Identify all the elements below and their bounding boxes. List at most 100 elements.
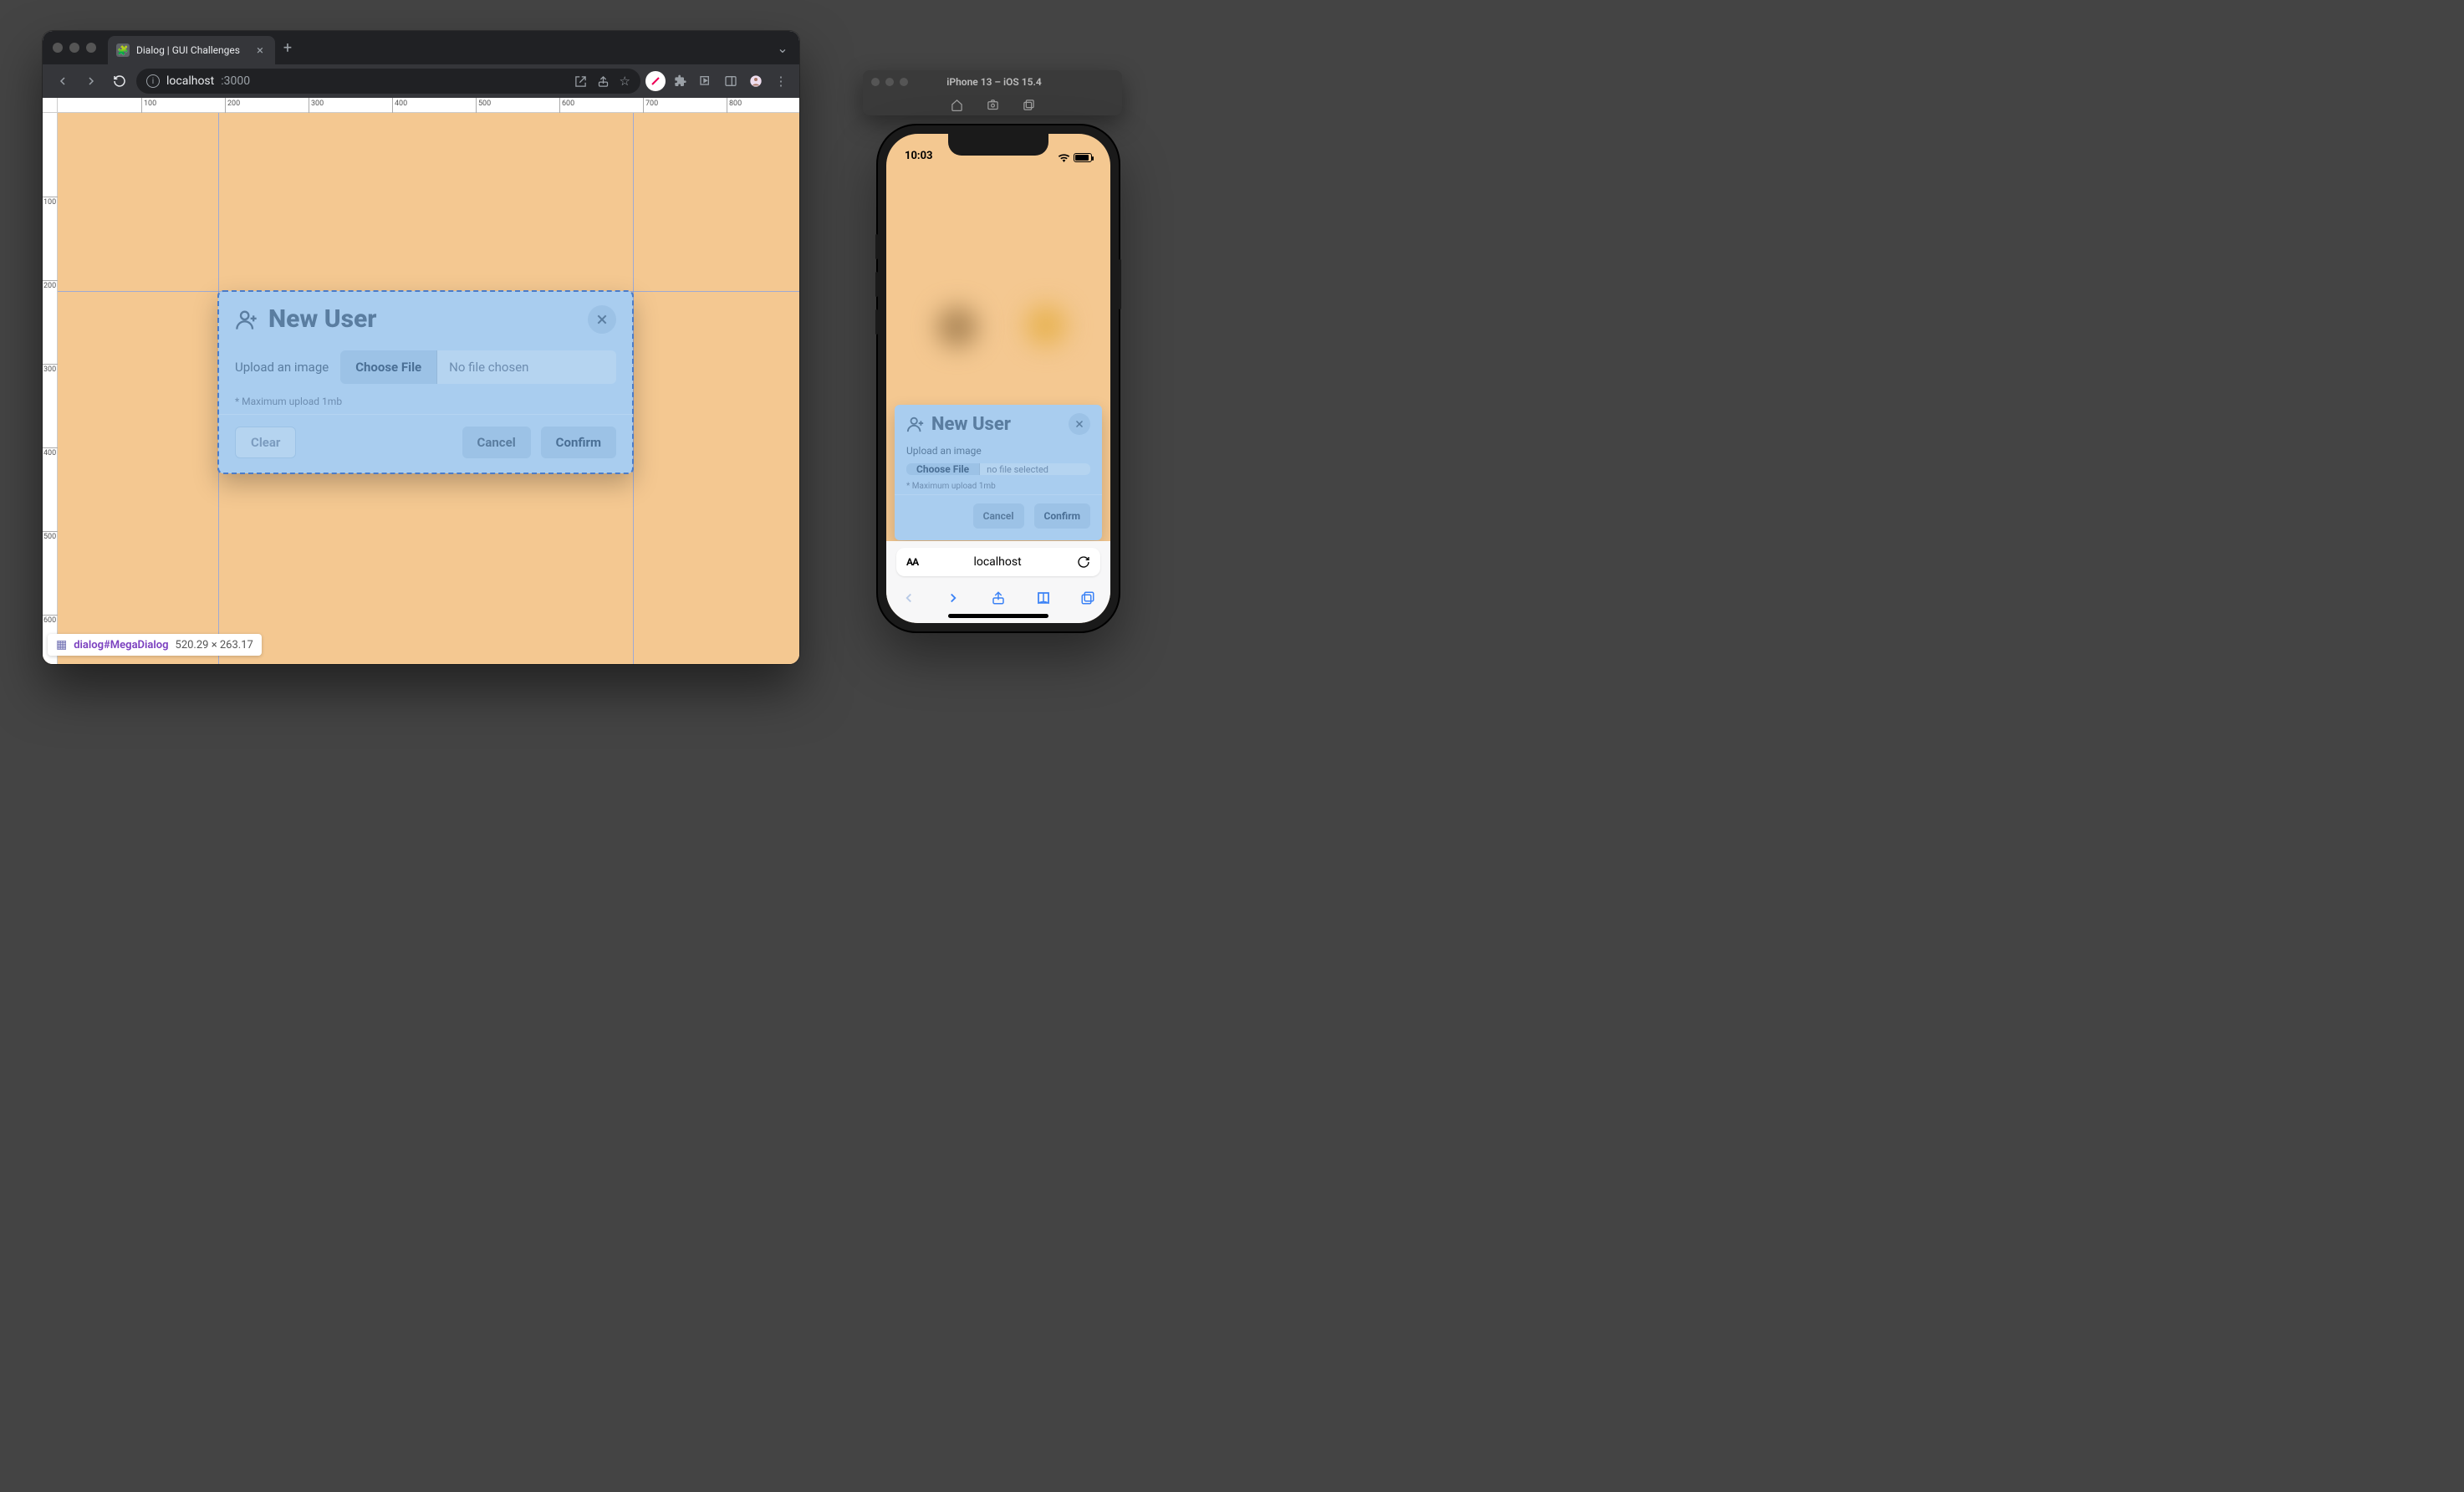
ruler-tick: 500: [43, 533, 56, 541]
file-status: no file selected: [980, 463, 1090, 475]
favicon-icon: 🧩: [116, 43, 130, 57]
window-close-icon[interactable]: [53, 43, 63, 53]
safari-tabs-button[interactable]: [1080, 590, 1095, 605]
safari-content[interactable]: New User Upload an image Choose File no …: [886, 164, 1110, 541]
address-bar[interactable]: i localhost :3000 ☆: [136, 69, 640, 94]
clear-button[interactable]: Clear: [235, 427, 296, 458]
new-tab-button[interactable]: +: [275, 31, 300, 64]
bookmark-star-icon[interactable]: ☆: [620, 74, 630, 89]
dialog-header: New User: [218, 291, 633, 345]
ruler-tick: 800: [729, 100, 742, 108]
browser-tab[interactable]: 🧩 Dialog | GUI Challenges ×: [108, 36, 275, 64]
tab-close-icon[interactable]: ×: [253, 43, 267, 58]
window-zoom-icon[interactable]: [900, 78, 908, 86]
dialog-close-button[interactable]: [588, 305, 616, 334]
file-input[interactable]: Choose File No file chosen: [340, 350, 616, 384]
media-icon[interactable]: [696, 71, 716, 91]
reader-aa-icon[interactable]: AA: [906, 556, 918, 568]
confirm-button[interactable]: Confirm: [1034, 503, 1090, 529]
sidepanel-icon[interactable]: [721, 71, 741, 91]
upload-hint: * Maximum upload 1mb: [235, 396, 616, 407]
choose-file-button[interactable]: Choose File: [906, 463, 980, 475]
browser-window: 🧩 Dialog | GUI Challenges × + ⌄ i localh…: [43, 31, 799, 664]
upload-row: Upload an image Choose File No file chos…: [235, 350, 616, 384]
ruler-tick: 400: [43, 449, 56, 457]
cancel-button[interactable]: Cancel: [462, 427, 531, 458]
toolbar-extensions: ⋮: [645, 71, 791, 91]
safari-reload-icon[interactable]: [1077, 555, 1090, 569]
ruler-tick: 500: [478, 100, 491, 108]
add-user-icon: [235, 308, 258, 331]
safari-chrome: AA localhost: [886, 541, 1110, 623]
ruler-vertical[interactable]: 100 200 300 400 500 600: [43, 113, 58, 664]
blur-blob: [936, 306, 978, 348]
safari-bookmarks-button[interactable]: [1036, 590, 1051, 605]
browser-toolbar: i localhost :3000 ☆: [43, 64, 799, 98]
simulator-titlebar: iPhone 13 – iOS 15.4: [863, 70, 1122, 115]
nav-back-button[interactable]: [51, 69, 74, 93]
nav-reload-button[interactable]: [108, 69, 131, 93]
site-info-icon[interactable]: i: [146, 74, 160, 88]
screenshot-icon[interactable]: [987, 99, 999, 111]
safari-address-bar[interactable]: AA localhost: [896, 548, 1100, 576]
home-indicator[interactable]: [948, 614, 1048, 618]
dialog-footer: Cancel Confirm: [895, 494, 1102, 535]
guide-vertical[interactable]: [633, 113, 634, 664]
browser-viewport: 100 200 300 400 500 600 700 800 900 100 …: [43, 98, 799, 664]
home-icon[interactable]: [951, 99, 963, 111]
address-port: :3000: [221, 74, 250, 88]
choose-file-button[interactable]: Choose File: [340, 350, 437, 384]
tab-list-dropdown[interactable]: ⌄: [766, 31, 799, 64]
safari-back-button[interactable]: [901, 590, 916, 605]
page-canvas[interactable]: New User Upload an image Choose File No …: [58, 113, 799, 664]
window-minimize-icon[interactable]: [69, 43, 79, 53]
grid-icon: ▦: [56, 638, 67, 651]
file-input[interactable]: Choose File no file selected: [906, 463, 1090, 475]
simulator-toolbar: [863, 94, 1122, 115]
browser-menu-icon[interactable]: ⋮: [771, 71, 791, 91]
ruler-corner: [43, 98, 58, 113]
window-minimize-icon[interactable]: [885, 78, 894, 86]
devtools-element-chip[interactable]: ▦ dialog#MegaDialog 520.29 × 263.17: [48, 634, 262, 656]
profile-icon[interactable]: [746, 71, 766, 91]
address-host: localhost: [166, 74, 214, 88]
extensions-icon[interactable]: [671, 71, 691, 91]
window-zoom-icon[interactable]: [86, 43, 96, 53]
simulator-traffic-lights[interactable]: [871, 78, 908, 86]
window-traffic-lights[interactable]: [53, 31, 108, 64]
safari-share-button[interactable]: [991, 590, 1006, 605]
ruler-horizontal[interactable]: 100 200 300 400 500 600 700 800 900: [58, 98, 799, 113]
ruler-tick: 300: [311, 100, 324, 108]
simulator-title: iPhone 13 – iOS 15.4: [908, 76, 1080, 88]
status-time: 10:03: [905, 150, 933, 162]
ruler-tick: 200: [227, 100, 240, 108]
safari-forward-button[interactable]: [946, 590, 961, 605]
safari-toolbar: [886, 581, 1110, 615]
open-external-icon[interactable]: [574, 75, 587, 88]
notch: [948, 134, 1048, 156]
cancel-button[interactable]: Cancel: [973, 503, 1024, 529]
dialog-header: New User: [895, 405, 1102, 442]
confirm-button[interactable]: Confirm: [541, 427, 616, 458]
nav-forward-button[interactable]: [79, 69, 103, 93]
extension-icon-1[interactable]: [645, 71, 666, 91]
dialog-footer: Clear Cancel Confirm: [218, 414, 633, 473]
element-selector: dialog#MegaDialog: [74, 639, 168, 651]
dialog-close-button[interactable]: [1069, 413, 1090, 435]
ruler-tick: 700: [645, 100, 658, 108]
ruler-tick: 200: [43, 282, 56, 290]
iphone-screen[interactable]: 10:03 New User: [886, 134, 1110, 623]
upload-label: Upload an image: [906, 445, 1090, 457]
upload-hint: * Maximum upload 1mb: [906, 482, 1090, 491]
mega-dialog[interactable]: New User Upload an image Choose File No …: [218, 291, 633, 473]
mega-dialog-mobile[interactable]: New User Upload an image Choose File no …: [895, 405, 1102, 540]
share-icon[interactable]: [597, 75, 610, 88]
window-close-icon[interactable]: [871, 78, 880, 86]
browser-titlebar: 🧩 Dialog | GUI Challenges × + ⌄: [43, 31, 799, 64]
ruler-tick: 600: [43, 616, 56, 625]
dialog-body: Upload an image Choose File no file sele…: [895, 442, 1102, 494]
battery-icon: [1074, 153, 1092, 162]
element-dimensions: 520.29 × 263.17: [176, 639, 253, 651]
ruler-tick: 600: [562, 100, 574, 108]
share-icon[interactable]: [1023, 99, 1035, 111]
